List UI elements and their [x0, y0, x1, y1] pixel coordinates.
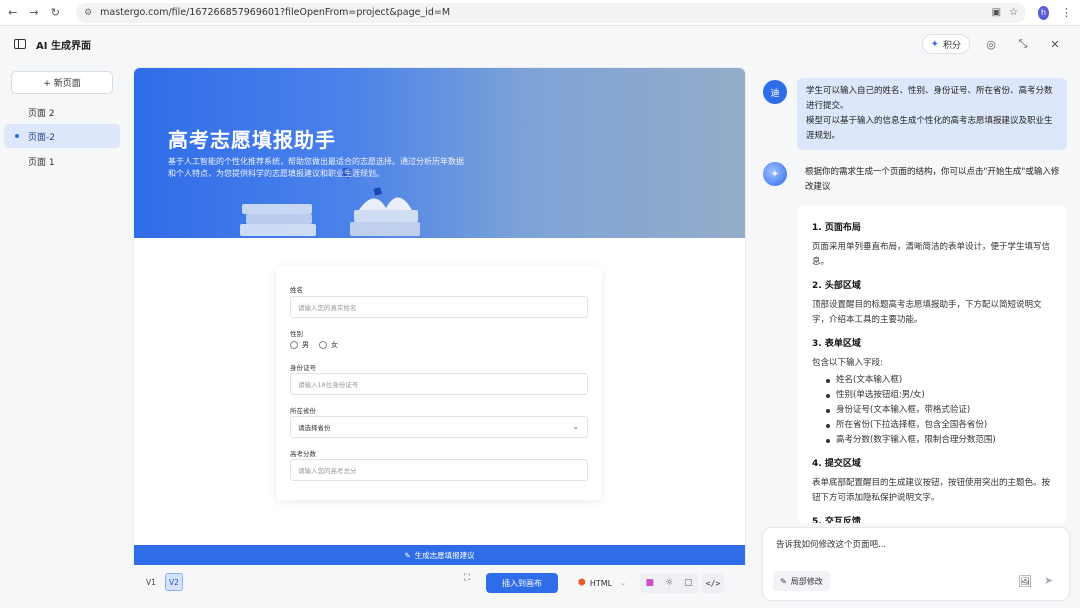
id-input[interactable]: 请输入18位身份证号 [290, 373, 588, 395]
ai-avatar-icon: ✦ [763, 162, 787, 186]
application-form: 姓名 请输入您的真实姓名 性别 男 女 身份证号 请输入18位身份证号 所在省份… [276, 266, 602, 500]
settings-icon[interactable]: ◎ [980, 38, 1002, 51]
format-select[interactable]: ⬢ HTML ⌄ [572, 573, 630, 593]
section-text: 顶部设置醒目的标题高考志愿填报助手，下方配以简短说明文字，介绍本工具的主要功能。 [812, 298, 1052, 328]
section-text: 页面采用单列垂直布局，清晰简洁的表单设计，便于学生填写信息。 [812, 240, 1052, 270]
active-dot-icon [15, 134, 19, 138]
points-label: 积分 [943, 38, 961, 51]
sidebar-item-page-1[interactable]: 页面 1 [4, 149, 120, 173]
section-text: 包含以下输入字段: [812, 356, 1052, 371]
user-message: 学生可以输入自己的姓名、性别、身份证号、所在省份、高考分数进行提交。 模型可以基… [797, 78, 1067, 150]
radio-label: 男 [302, 340, 309, 350]
back-icon[interactable]: ← [8, 6, 17, 19]
chat-input[interactable]: 告诉我如何修改这个页面吧... ✎ 局部修改 🖼 ➤ [763, 528, 1069, 600]
sparkle-icon: ✦ [931, 39, 939, 50]
hero-description: 基于人工智能的个性化推荐系统，帮助您做出最适合的志愿选择。通过分析历年数据和个人… [168, 156, 468, 180]
section-title: 5. 交互反馈 [812, 514, 1052, 523]
page-title: AI 生成界面 [36, 37, 91, 52]
theme-icon[interactable]: ☼ [665, 578, 673, 588]
canvas-toolbar: V1 V2 ⛶ 插入到画布 ⬢ HTML ⌄ ■ ☼ ▢ </> [134, 565, 745, 601]
url-text: mastergo.com/file/167266857969601?fileOp… [100, 7, 450, 18]
gender-label: 性别 [290, 328, 303, 338]
score-input[interactable]: 请输入您的高考总分 [290, 459, 588, 481]
field-list: 姓名(文本输入框) 性别(单选按钮组:男/女) 身份证号(文本输入框，带格式验证… [812, 373, 1052, 448]
name-label: 姓名 [290, 284, 303, 294]
image-upload-icon[interactable]: 🖼 [1018, 575, 1032, 588]
forward-icon[interactable]: → [29, 6, 38, 19]
format-select-value: HTML [590, 579, 612, 588]
browser-toolbar: ← → ↻ ⚙ mastergo.com/file/16726685796960… [0, 0, 1080, 26]
collapse-icon[interactable]: ⤡ [1012, 37, 1034, 51]
chevron-down-icon: ⌄ [572, 422, 579, 431]
page-list-sidebar: + 新页面 页面 2 页面-2 页面 1 [0, 62, 124, 608]
section-text: 表单底部配置醒目的生成建议按钮，按钮使用突出的主题色。按钮下方可添加隐私保护说明… [812, 476, 1052, 506]
points-button[interactable]: ✦ 积分 [922, 34, 970, 54]
site-settings-icon[interactable]: ⚙ [84, 8, 92, 18]
radio-label: 女 [331, 340, 338, 350]
list-item: 所在省份(下拉选择框，包含全国各省份) [812, 418, 1052, 433]
gender-radio-male[interactable]: 男 [290, 340, 309, 350]
pencil-icon: ✎ [404, 551, 410, 560]
hero-title: 高考志愿填报助手 [168, 124, 336, 153]
palette-icon[interactable]: ■ [645, 578, 654, 588]
clipboard-icon[interactable]: ▣ [992, 7, 1001, 18]
score-label: 高考分数 [290, 448, 316, 458]
gender-radio-female[interactable]: 女 [319, 340, 338, 350]
html5-icon: ⬢ [578, 578, 586, 588]
sidebar-item-label: 页面-2 [28, 130, 55, 143]
view-options-group: ■ ☼ ▢ [640, 573, 698, 593]
ai-structure-card: 1. 页面布局 页面采用单列垂直布局，清晰简洁的表单设计，便于学生填写信息。 2… [797, 205, 1067, 523]
generate-advice-label: 生成志愿填报建议 [415, 550, 475, 561]
list-item: 身份证号(文本输入框，带格式验证) [812, 403, 1052, 418]
user-avatar: 迪 [763, 80, 787, 104]
chevron-down-icon: ⌄ [620, 579, 626, 587]
sidebar-item-label: 页面 1 [28, 155, 55, 168]
browser-menu-icon[interactable]: ⋮ [1061, 6, 1072, 19]
close-icon[interactable]: ✕ [1044, 38, 1066, 51]
app-header: AI 生成界面 ✦ 积分 ◎ ⤡ ✕ [0, 26, 1080, 62]
list-item: 性别(单选按钮组:男/女) [812, 388, 1052, 403]
radio-circle [290, 341, 298, 349]
profile-avatar[interactable]: h [1038, 6, 1049, 20]
toggle-panel-icon[interactable] [14, 39, 26, 49]
local-edit-label: 局部修改 [791, 576, 823, 587]
local-edit-button[interactable]: ✎ 局部修改 [773, 571, 830, 591]
address-bar[interactable]: ⚙ mastergo.com/file/167266857969601?file… [76, 3, 1026, 23]
hero-banner: 高考志愿填报助手 基于人工智能的个性化推荐系统，帮助您做出最适合的志愿选择。通过… [134, 68, 745, 238]
fullscreen-icon[interactable]: ⛶ [464, 573, 470, 583]
new-page-button[interactable]: + 新页面 [11, 71, 113, 94]
reload-icon[interactable]: ↻ [51, 6, 60, 19]
id-label: 身份证号 [290, 362, 316, 372]
section-title: 1. 页面布局 [812, 220, 1052, 233]
section-title: 2. 头部区域 [812, 278, 1052, 291]
section-title: 4. 提交区域 [812, 456, 1052, 469]
generate-advice-button[interactable]: ✎ 生成志愿填报建议 [134, 545, 745, 565]
section-title: 3. 表单区域 [812, 336, 1052, 349]
frame-icon[interactable]: ▢ [684, 578, 693, 588]
chat-input-placeholder: 告诉我如何修改这个页面吧... [776, 538, 886, 550]
preview-canvas[interactable]: 高考志愿填报助手 基于人工智能的个性化推荐系统，帮助您做出最适合的志愿选择。通过… [134, 68, 745, 565]
version-v1-button[interactable]: V1 [142, 573, 160, 591]
province-select[interactable]: 请选择省份 ⌄ [290, 416, 588, 438]
sidebar-item-page-2[interactable]: 页面 2 [4, 100, 120, 124]
radio-circle [319, 341, 327, 349]
chat-panel: 迪 学生可以输入自己的姓名、性别、身份证号、所在省份、高考分数进行提交。 模型可… [752, 62, 1080, 608]
sidebar-item-label: 页面 2 [28, 106, 55, 119]
sidebar-item-page-dash-2[interactable]: 页面-2 [4, 124, 120, 148]
name-input[interactable]: 请输入您的真实姓名 [290, 296, 588, 318]
code-view-button[interactable]: </> [702, 573, 724, 593]
ai-intro-message: 根据你的需求生成一个页面的结构，你可以点击"开始生成"或输入修改建议 [805, 165, 1067, 195]
send-icon[interactable]: ➤ [1044, 574, 1053, 587]
version-v2-button[interactable]: V2 [165, 573, 183, 591]
insert-to-canvas-button[interactable]: 插入到画布 [486, 573, 558, 593]
edit-icon: ✎ [780, 577, 787, 586]
list-item: 高考分数(数字输入框，限制合理分数范围) [812, 433, 1052, 448]
province-select-value: 请选择省份 [298, 422, 331, 432]
star-icon[interactable]: ☆ [1009, 7, 1018, 18]
list-item: 姓名(文本输入框) [812, 373, 1052, 388]
province-label: 所在省份 [290, 405, 316, 415]
